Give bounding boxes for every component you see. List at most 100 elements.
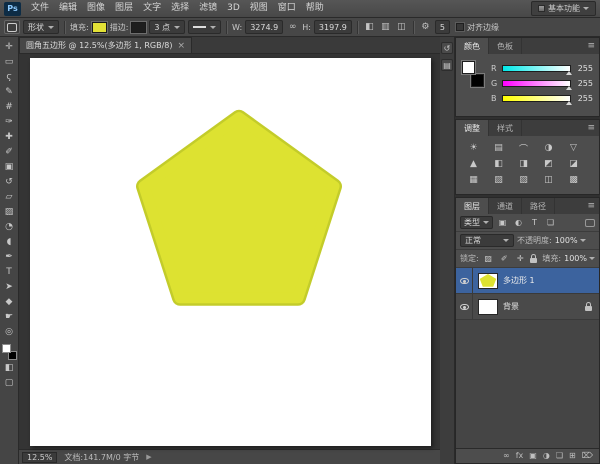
screen-mode-button[interactable]: ▢ [0,375,18,390]
align-edges-checkbox[interactable] [456,23,464,31]
link-layers-icon[interactable]: ∞ [503,452,510,460]
panel-menu-icon[interactable]: ≡ [583,38,599,54]
menu-edit[interactable]: 编辑 [54,0,82,17]
menu-select[interactable]: 选择 [166,0,194,17]
adjustment-icon[interactable]: ▽ [561,140,586,156]
history-brush-tool[interactable]: ↺ [0,174,18,189]
tab-adjustments[interactable]: 调整 [456,120,489,136]
menu-type[interactable]: 文字 [138,0,166,17]
green-slider[interactable] [502,80,571,87]
dodge-tool[interactable]: ◖ [0,234,18,249]
adjustment-icon[interactable]: ▧ [511,172,536,188]
blend-mode-select[interactable]: 正常 [460,234,514,247]
type-tool[interactable]: T [0,264,18,279]
filter-adjustment-icon[interactable]: ◐ [512,218,525,227]
path-operations-icon[interactable]: ◧ [363,20,376,34]
adjustment-icon[interactable]: ▩ [561,172,586,188]
lock-all-icon[interactable] [530,258,537,263]
eraser-tool[interactable]: ▱ [0,189,18,204]
brush-tool[interactable]: ✐ [0,144,18,159]
gradient-tool[interactable]: ▨ [0,204,18,219]
history-panel-icon[interactable]: ↺ [441,42,453,54]
path-arrange-icon[interactable]: ◫ [395,20,408,34]
new-layer-icon[interactable]: ⊞ [569,452,576,460]
adjustment-icon[interactable]: ◩ [536,156,561,172]
green-value[interactable]: 255 [575,79,593,88]
lock-position-icon[interactable]: ✛ [514,254,527,263]
red-value[interactable]: 255 [575,64,593,73]
height-input[interactable]: 3197.9 [314,20,352,34]
hand-tool[interactable]: ☛ [0,309,18,324]
link-dimensions-icon[interactable]: ∞ [286,20,299,34]
layer-style-icon[interactable]: fx [516,452,524,460]
add-mask-icon[interactable]: ▣ [529,452,537,460]
adjustment-icon[interactable]: ▦ [461,172,486,188]
filter-type-icon[interactable]: T [528,218,541,227]
quick-mask-button[interactable]: ◧ [0,360,18,375]
pen-tool[interactable]: ✒ [0,249,18,264]
menu-layer[interactable]: 图层 [110,0,138,17]
delete-layer-icon[interactable]: ⌦ [582,452,593,460]
menu-3d[interactable]: 3D [222,0,245,17]
marquee-tool[interactable]: ▭ [0,54,18,69]
menu-view[interactable]: 视图 [245,0,273,17]
filter-toggle-icon[interactable] [585,219,595,227]
fill-opacity-input[interactable]: 100% [564,254,595,263]
gear-icon[interactable]: ⚙ [419,20,432,34]
visibility-toggle[interactable] [456,268,473,293]
path-align-icon[interactable]: ▥ [379,20,392,34]
zoom-tool[interactable]: ◎ [0,324,18,339]
filter-type-select[interactable]: 类型 [460,216,493,229]
background-color-swatch[interactable] [471,74,484,87]
tab-layers[interactable]: 图层 [456,198,489,214]
shape-tool[interactable]: ◆ [0,294,18,309]
adjustment-icon[interactable]: ▨ [486,172,511,188]
clone-stamp-tool[interactable]: ▣ [0,159,18,174]
menu-window[interactable]: 窗口 [273,0,301,17]
foreground-color-swatch[interactable] [2,344,11,353]
adjustment-icon[interactable]: ▤ [486,140,511,156]
layer-name[interactable]: 背景 [503,301,519,312]
adjustment-icon[interactable]: ◨ [511,156,536,172]
quick-selection-tool[interactable]: ✎ [0,84,18,99]
menu-help[interactable]: 帮助 [301,0,329,17]
zoom-level-field[interactable]: 12.5% [22,452,57,463]
sides-input[interactable]: 5 [435,20,450,34]
foreground-color-swatch[interactable] [462,61,475,74]
lock-pixels-icon[interactable]: ✐ [498,254,511,263]
layer-row-polygon[interactable]: 多边形 1 [456,268,599,294]
visibility-toggle[interactable] [456,294,473,319]
menu-image[interactable]: 图像 [82,0,110,17]
properties-panel-icon[interactable]: ▤ [441,59,453,71]
close-tab-icon[interactable]: × [178,41,186,51]
workspace-switcher[interactable]: 基本功能 [531,1,596,16]
width-input[interactable]: 3274.9 [245,20,283,34]
adjustment-icon[interactable]: ◫ [536,172,561,188]
fill-color-swatch[interactable] [92,22,107,33]
slider-thumb-icon[interactable] [566,86,572,90]
stroke-color-swatch[interactable] [131,22,146,33]
layer-thumbnail[interactable] [478,299,498,315]
panel-menu-icon[interactable]: ≡ [583,120,599,136]
status-menu-arrow-icon[interactable]: ▶ [146,453,151,461]
filter-shape-icon[interactable]: ❏ [544,218,557,227]
tab-color[interactable]: 颜色 [456,38,489,54]
crop-tool[interactable]: # [0,99,18,114]
menu-filter[interactable]: 滤镜 [194,0,222,17]
adjustment-icon[interactable]: ◪ [561,156,586,172]
blur-tool[interactable]: ◔ [0,219,18,234]
tool-preset-icon[interactable] [4,20,20,34]
new-group-icon[interactable]: ❏ [556,452,563,460]
eyedropper-tool[interactable]: ✑ [0,114,18,129]
tab-channels[interactable]: 通道 [489,198,522,214]
tab-paths[interactable]: 路径 [522,198,555,214]
pentagon-fill[interactable] [144,118,334,298]
adjustment-icon[interactable]: ⌒ [511,140,536,156]
blue-slider[interactable] [502,95,571,102]
move-tool[interactable]: ✛ [0,39,18,54]
path-selection-tool[interactable]: ➤ [0,279,18,294]
lock-transparency-icon[interactable]: ▨ [482,254,495,263]
photoshop-logo-icon[interactable]: Ps [4,2,21,16]
adjustment-icon[interactable]: ▲ [461,156,486,172]
tool-mode-select[interactable]: 形状 [23,20,59,34]
